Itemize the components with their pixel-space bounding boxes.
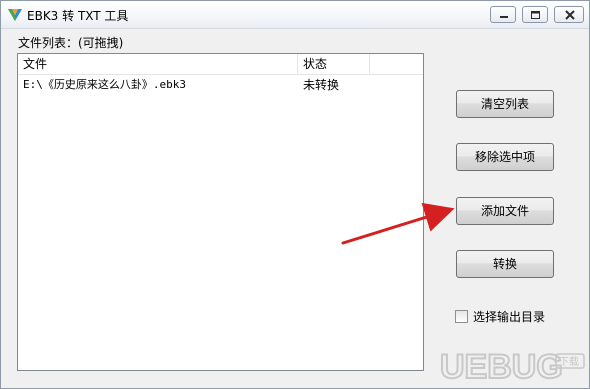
watermark-sub: 下载 bbox=[559, 356, 579, 368]
watermark-text: UEBUG bbox=[440, 348, 563, 386]
watermark-logo: UEBUG 下载 bbox=[439, 347, 585, 386]
annotation-arrow bbox=[341, 202, 455, 245]
